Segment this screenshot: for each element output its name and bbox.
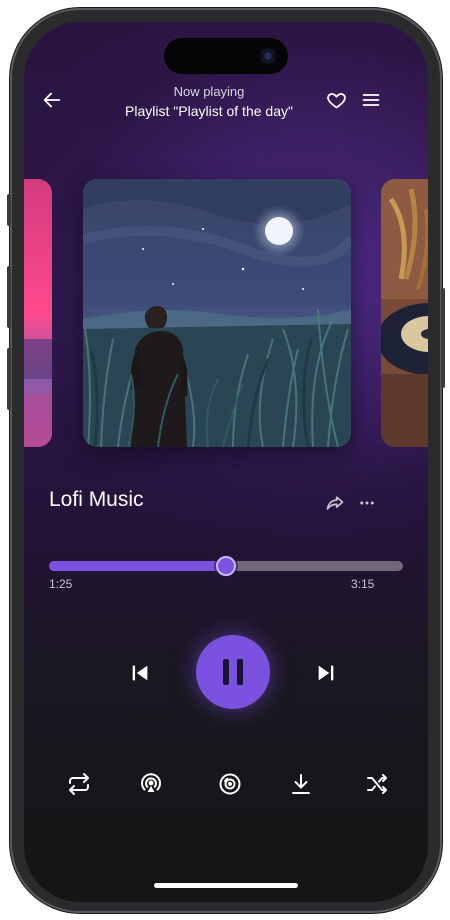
now-playing-label: Now playing — [173, 84, 245, 99]
skip-forward-icon — [318, 665, 334, 681]
heart-icon — [326, 92, 346, 108]
previous-button[interactable] — [124, 657, 156, 689]
menu-icon — [362, 94, 380, 106]
track-title: Lofi Music — [49, 488, 144, 511]
share-icon — [326, 496, 344, 510]
download-button[interactable] — [286, 769, 316, 799]
more-options-button[interactable] — [353, 489, 381, 517]
progress-slider[interactable] — [49, 555, 403, 577]
menu-button[interactable] — [357, 86, 385, 114]
power-button — [441, 288, 445, 388]
now-playing-header: Now playing Playlist "Playlist of the da… — [84, 84, 334, 119]
playlist-title: Playlist "Playlist of the day" — [125, 103, 293, 119]
shuffle-icon — [367, 774, 387, 794]
next-button[interactable] — [310, 657, 342, 689]
share-button[interactable] — [321, 489, 349, 517]
shuffle-button[interactable] — [362, 769, 392, 799]
volume-down-button — [7, 348, 11, 410]
action-button — [7, 194, 11, 226]
favorite-button[interactable] — [322, 86, 350, 114]
progress-fill — [49, 561, 226, 571]
vinyl-disc-icon — [219, 773, 241, 795]
home-indicator — [154, 883, 298, 888]
playback-controls — [24, 635, 428, 711]
download-icon — [292, 774, 310, 794]
pause-icon — [223, 659, 243, 685]
header: Now playing Playlist "Playlist of the da… — [24, 80, 428, 130]
arrow-left-icon — [43, 92, 61, 108]
repeat-button[interactable] — [64, 769, 94, 799]
album-carousel[interactable] — [24, 179, 428, 449]
player-screen: Now playing Playlist "Playlist of the da… — [24, 22, 428, 902]
vinyl-button[interactable] — [215, 769, 245, 799]
track-info: Lofi Music — [49, 488, 379, 518]
back-button[interactable] — [38, 86, 66, 114]
front-camera — [260, 48, 276, 64]
album-art[interactable] — [83, 179, 351, 447]
volume-up-button — [7, 266, 11, 328]
repeat-icon — [69, 773, 89, 795]
more-horizontal-icon — [360, 501, 374, 505]
airplay-button[interactable] — [136, 769, 166, 799]
secondary-actions — [24, 769, 428, 799]
elapsed-time: 1:25 — [49, 577, 73, 591]
next-album-art[interactable] — [381, 179, 428, 447]
airplay-icon — [141, 773, 161, 792]
total-duration: 3:15 — [351, 577, 375, 591]
previous-album-art[interactable] — [24, 179, 52, 447]
skip-back-icon — [132, 665, 148, 681]
progress-knob[interactable] — [216, 556, 236, 576]
dynamic-island — [164, 38, 288, 74]
pause-button[interactable] — [196, 635, 270, 709]
